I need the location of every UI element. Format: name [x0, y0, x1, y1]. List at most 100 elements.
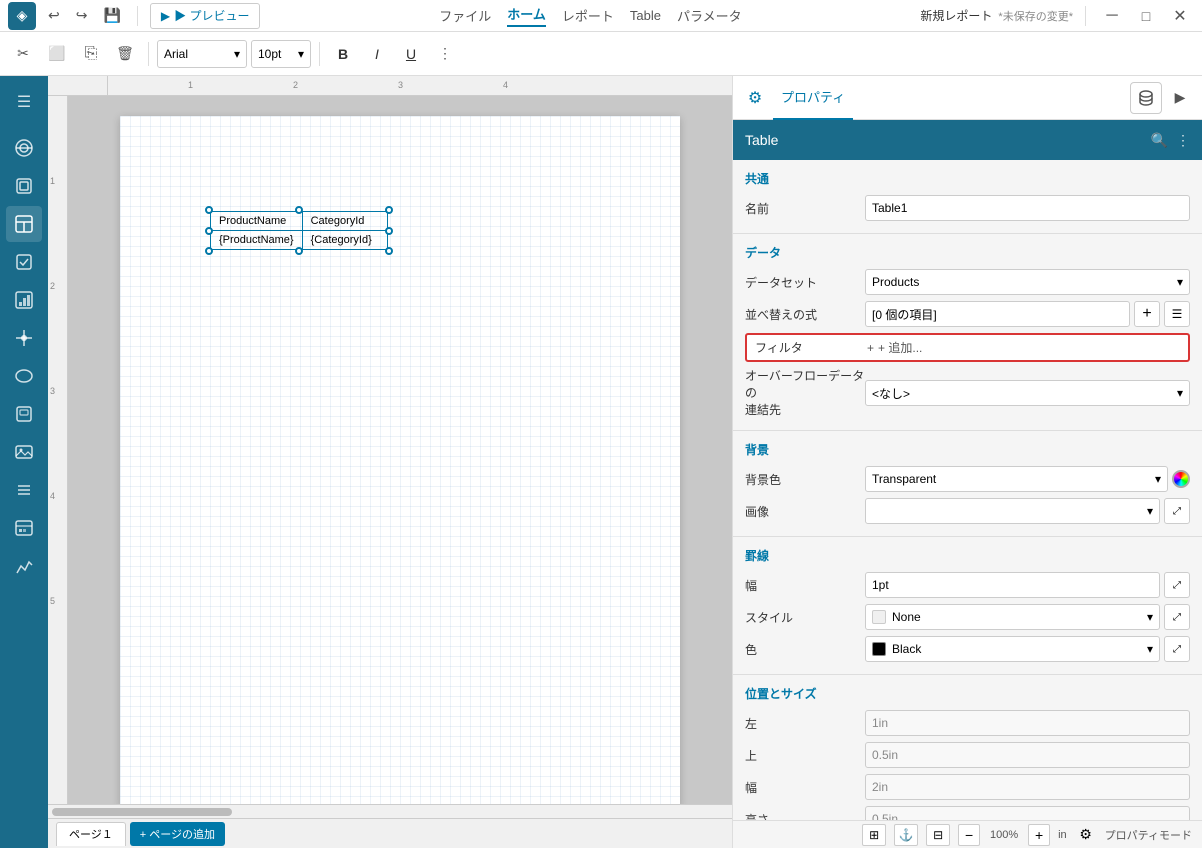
- prop-label-border-style: スタイル: [745, 609, 865, 626]
- prop-label-left: 左: [745, 715, 865, 732]
- bgcolor-dropdown[interactable]: Transparent ▾: [865, 466, 1168, 492]
- ruler-mark-3: 3: [398, 80, 403, 90]
- ruler-v-4: 4: [50, 491, 55, 501]
- prop-label-name: 名前: [745, 200, 865, 217]
- minimize-button[interactable]: ─: [1098, 2, 1126, 30]
- sidebar-item-ellipse[interactable]: [6, 358, 42, 394]
- image-expand-button[interactable]: ⤢: [1164, 498, 1190, 524]
- panel-more-icon[interactable]: ⋮: [1176, 132, 1190, 149]
- section-position-title: 位置とサイズ: [745, 685, 1190, 702]
- copy-button[interactable]: ⬜: [42, 39, 72, 69]
- handle-right[interactable]: [385, 227, 393, 235]
- table-widget[interactable]: ProductName CategoryId {ProductName} {Ca…: [210, 211, 388, 250]
- canvas-page: ProductName CategoryId {ProductName} {Ca…: [120, 116, 680, 804]
- prop-value-name: Table1: [865, 195, 1190, 221]
- panel-content: 共通 名前 Table1 データ データセット Products ▾: [733, 160, 1202, 820]
- sidebar-item-menu[interactable]: ☰: [6, 84, 42, 120]
- table-data-product: {ProductName}: [211, 231, 303, 250]
- sidebar-item-data[interactable]: [6, 130, 42, 166]
- italic-button[interactable]: I: [362, 39, 392, 69]
- menu-report[interactable]: レポート: [562, 6, 614, 25]
- border-color-expand[interactable]: ⤢: [1164, 636, 1190, 662]
- close-button[interactable]: ✕: [1166, 2, 1194, 30]
- sidebar-item-list[interactable]: [6, 472, 42, 508]
- tab-data[interactable]: [1130, 82, 1162, 114]
- preview-button[interactable]: ▶ ▶ プレビュー: [150, 3, 261, 29]
- page-tab-1[interactable]: ページ１: [56, 822, 126, 846]
- zoom-out-button[interactable]: −: [958, 824, 980, 846]
- menu-home[interactable]: ホーム: [507, 4, 546, 27]
- bgcolor-swatch[interactable]: [1172, 470, 1190, 488]
- dataset-dropdown[interactable]: Products ▾: [865, 269, 1190, 295]
- zoom-level: 100%: [988, 829, 1020, 841]
- sidebar-item-point[interactable]: [6, 320, 42, 356]
- prop-label-dataset: データセット: [745, 274, 865, 291]
- sidebar-item-chart2[interactable]: [6, 548, 42, 584]
- redo-button[interactable]: ↪: [72, 5, 92, 26]
- menu-parameter[interactable]: パラメータ: [677, 6, 742, 25]
- paste-button[interactable]: ⎘: [76, 39, 106, 69]
- prop-label-width: 幅: [745, 779, 865, 796]
- prop-label-border-width: 幅: [745, 577, 865, 594]
- cut-button[interactable]: ✂: [8, 39, 38, 69]
- handle-top[interactable]: [295, 206, 303, 214]
- save-button[interactable]: 💾: [99, 5, 124, 26]
- handle-bottom-left[interactable]: [205, 247, 213, 255]
- settings-button[interactable]: ⚙: [1075, 824, 1097, 846]
- canvas-scroll[interactable]: ProductName CategoryId {ProductName} {Ca…: [68, 96, 732, 804]
- filter-row[interactable]: フィルタ + + 追加...: [745, 333, 1190, 362]
- overflow-dropdown[interactable]: <なし> ▾: [865, 380, 1190, 406]
- collapse-panel-button[interactable]: ▶: [1166, 84, 1194, 112]
- border-width-expand[interactable]: ⤢: [1164, 572, 1190, 598]
- more-button[interactable]: ⋮: [430, 39, 460, 69]
- horizontal-scrollbar[interactable]: [48, 804, 732, 818]
- sidebar-item-check[interactable]: [6, 244, 42, 280]
- table-header-category: CategoryId: [302, 212, 387, 231]
- image-dropdown[interactable]: ▾: [865, 498, 1160, 524]
- handle-bottom-right[interactable]: [385, 247, 393, 255]
- delete-button[interactable]: 🗑: [110, 39, 140, 69]
- sort-menu-button[interactable]: ☰: [1164, 301, 1190, 327]
- sidebar-item-image[interactable]: [6, 434, 42, 470]
- bold-button[interactable]: B: [328, 39, 358, 69]
- menu-table[interactable]: Table: [630, 8, 661, 23]
- left-sidebar: ☰: [0, 76, 48, 848]
- underline-button[interactable]: U: [396, 39, 426, 69]
- report-title: 新規レポート: [920, 7, 992, 24]
- grid-view-button[interactable]: ⊞: [862, 824, 886, 846]
- panel-search-icon[interactable]: 🔍: [1151, 132, 1168, 149]
- add-page-button[interactable]: + ページの追加: [130, 822, 225, 846]
- prop-value-height: 0.5in: [865, 806, 1190, 820]
- link-button[interactable]: ⚓: [894, 824, 918, 846]
- unit-display: in: [1058, 829, 1067, 841]
- border-color-dropdown[interactable]: Black ▾: [865, 636, 1160, 662]
- maximize-button[interactable]: □: [1132, 2, 1160, 30]
- gear-icon: ⚙: [741, 84, 769, 112]
- sidebar-item-subreport[interactable]: [6, 396, 42, 432]
- sidebar-item-calendar[interactable]: [6, 510, 42, 546]
- sidebar-item-table[interactable]: [6, 206, 42, 242]
- table-data-category: {CategoryId}: [302, 231, 387, 250]
- right-panel: ⚙ プロパティ ▶ Table 🔍 ⋮ 共通 名前 Table1: [732, 76, 1202, 848]
- font-size-dropdown[interactable]: 10pt ▾: [251, 40, 311, 68]
- undo-button[interactable]: ↩: [44, 5, 64, 26]
- app-logo: ◈: [8, 2, 36, 30]
- handle-top-left[interactable]: [205, 206, 213, 214]
- handle-top-right[interactable]: [385, 206, 393, 214]
- ruler-v-1: 1: [50, 176, 55, 186]
- prop-label-height: 高さ: [745, 811, 865, 820]
- sort-add-button[interactable]: +: [1134, 301, 1160, 327]
- menu-file[interactable]: ファイル: [439, 6, 491, 25]
- handle-bottom[interactable]: [295, 247, 303, 255]
- tab-properties[interactable]: プロパティ: [773, 76, 853, 120]
- sidebar-item-layers[interactable]: [6, 168, 42, 204]
- sidebar-item-chart[interactable]: [6, 282, 42, 318]
- prop-value-width: 2in: [865, 774, 1190, 800]
- align-button[interactable]: ⊟: [926, 824, 950, 846]
- filter-add-button[interactable]: + + 追加...: [867, 339, 922, 356]
- border-style-dropdown[interactable]: None ▾: [865, 604, 1160, 630]
- border-style-expand[interactable]: ⤢: [1164, 604, 1190, 630]
- handle-left[interactable]: [205, 227, 213, 235]
- font-family-dropdown[interactable]: Arial ▾: [157, 40, 247, 68]
- zoom-in-button[interactable]: +: [1028, 824, 1050, 846]
